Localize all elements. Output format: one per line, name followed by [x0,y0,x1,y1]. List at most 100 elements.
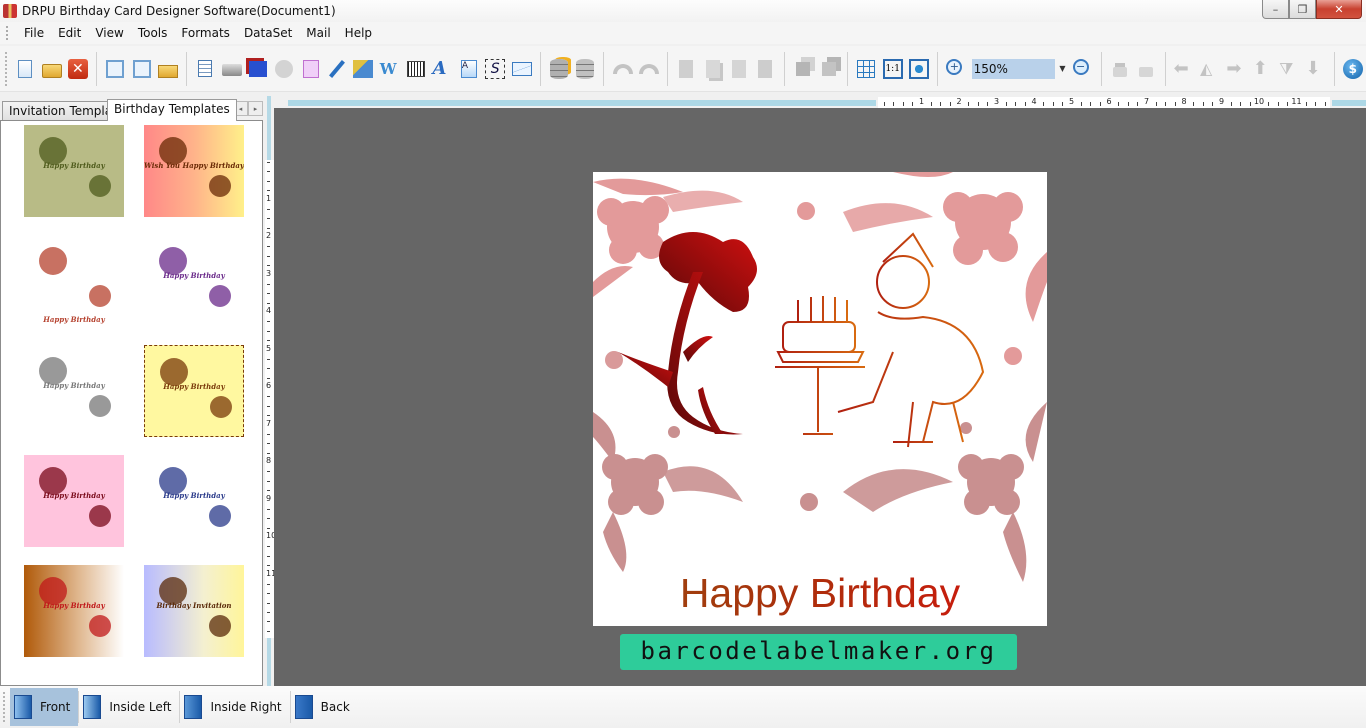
template-thumbnail[interactable]: Wish You Happy Birthday [144,125,244,217]
copy-button[interactable] [701,57,724,81]
page-button-label: Inside Right [210,700,282,714]
ruler-number: 8 [266,456,272,465]
restore-button[interactable]: ❐ [1289,0,1316,19]
fit-to-window-button[interactable] [907,57,930,81]
text-image-button[interactable]: A [457,57,480,81]
template-motif [209,285,231,307]
ruler-tick [1090,102,1092,106]
page-button-inside-right[interactable]: Inside Right [180,688,289,726]
zoom-level-combobox[interactable]: 150% [971,58,1056,79]
print-button[interactable] [220,57,243,81]
pen-button[interactable] [325,57,348,81]
database-settings-button[interactable] [547,57,570,81]
template-thumbnail[interactable]: Happy Birthday [144,235,244,327]
menu-file[interactable]: File [17,22,51,44]
flip-vertical-button[interactable]: ⧩ [1277,57,1300,81]
ruler-tick [267,621,270,623]
card-front[interactable]: Happy Birthday [593,172,1047,626]
design-canvas[interactable]: Happy Birthday barcodelabelmaker.org [274,108,1366,686]
template-thumbnail[interactable]: Happy Birthday [144,345,244,437]
redo-button[interactable] [637,57,660,81]
lock-button[interactable] [1108,57,1131,81]
shapes-button[interactable] [352,57,375,81]
template-thumbnail[interactable]: Happy Birthday [24,455,124,547]
move-left-icon: ⬅ [1173,57,1189,79]
buy-dollar-button[interactable]: $ [1341,57,1364,81]
ruler-tick [940,102,942,106]
zoom-in-icon: + [946,58,966,79]
delete-icon [755,59,775,79]
template-thumbnail[interactable]: Happy Birthday [24,125,124,217]
ruler-tick [1118,102,1120,106]
tab-birthday-templates[interactable]: Birthday Templates [107,99,237,121]
template-thumbnail[interactable]: Happy Birthday [24,345,124,437]
color-mix-button[interactable] [273,57,296,81]
ruler-tick [1315,102,1317,106]
menu-dataset[interactable]: DataSet [237,22,299,44]
background-button[interactable] [246,57,269,81]
unlock-button[interactable] [1135,57,1158,81]
bottombar-grip[interactable] [3,692,6,722]
toolbar-grip[interactable] [5,51,8,86]
actual-size-button[interactable]: 1:1 [881,57,904,81]
barcode-button[interactable] [404,57,427,81]
gift-button[interactable] [299,57,322,81]
delete-button[interactable] [754,57,777,81]
move-down-button[interactable]: ⬇ [1304,57,1327,81]
new-button[interactable] [13,57,36,81]
minimize-button[interactable]: – [1262,0,1289,19]
menu-view[interactable]: View [88,22,130,44]
bring-forward-button[interactable] [791,57,814,81]
undo-button[interactable] [611,57,634,81]
card-greeting-text[interactable]: Happy Birthday [593,570,1047,617]
tab-scroll-right-button[interactable]: ▸ [248,101,263,116]
send-backward-button[interactable] [817,57,840,81]
menu-grip[interactable] [6,26,9,40]
close-button[interactable]: ✕ [1316,0,1362,19]
move-up-button[interactable]: ⬆ [1251,57,1274,81]
menu-tools[interactable]: Tools [131,22,175,44]
page-button-front[interactable]: Front [10,688,79,726]
template-thumbnail[interactable]: Happy Birthday [24,235,124,327]
save-as-button[interactable] [130,57,153,81]
page-properties-button[interactable] [194,57,217,81]
signature-icon: S [485,58,506,79]
menu-help[interactable]: Help [338,22,379,44]
menu-edit[interactable]: Edit [51,22,88,44]
ruler-tick [267,518,270,520]
mail-button[interactable] [510,57,533,81]
template-thumbnail[interactable]: Happy Birthday [24,565,124,657]
pen-icon [327,59,347,79]
card-artwork[interactable] [593,172,1047,626]
open-button[interactable] [40,57,63,81]
signature-button[interactable]: S [484,57,507,81]
export-button[interactable] [156,57,179,81]
page-button-back[interactable]: Back [291,688,358,726]
flip-horizontal-button[interactable]: ◭ [1198,57,1221,81]
templates-panel: Invitation Templates Birthday Templates … [0,96,265,686]
zoom-in-button[interactable]: + [945,57,968,81]
menu-mail[interactable]: Mail [299,22,337,44]
mail-icon [511,59,532,79]
close-document-button[interactable]: ✕ [66,57,89,81]
move-left-button[interactable]: ⬅ [1172,57,1195,81]
save-button[interactable] [104,57,127,81]
cut-button[interactable] [675,57,698,81]
zoom-dropdown-arrow-icon[interactable]: ▼ [1059,64,1065,73]
menu-formats[interactable]: Formats [174,22,237,44]
ruler-tick [1137,102,1139,106]
paste-button[interactable] [727,57,750,81]
move-right-icon: ➡ [1226,57,1242,79]
grid-button[interactable] [855,57,878,81]
page-button-inside-left[interactable]: Inside Left [79,688,179,726]
undo-icon [612,59,633,79]
wordart-button[interactable]: W [378,57,401,81]
template-thumbnail[interactable]: Happy Birthday [144,455,244,547]
template-thumbnail[interactable]: Birthday Invitation [144,565,244,657]
move-right-button[interactable]: ➡ [1225,57,1248,81]
page-properties-icon [195,59,215,79]
template-label: Happy Birthday [163,271,225,280]
database-button[interactable] [574,57,597,81]
zoom-out-button[interactable]: − [1071,57,1094,81]
text-button[interactable]: A [431,57,454,81]
